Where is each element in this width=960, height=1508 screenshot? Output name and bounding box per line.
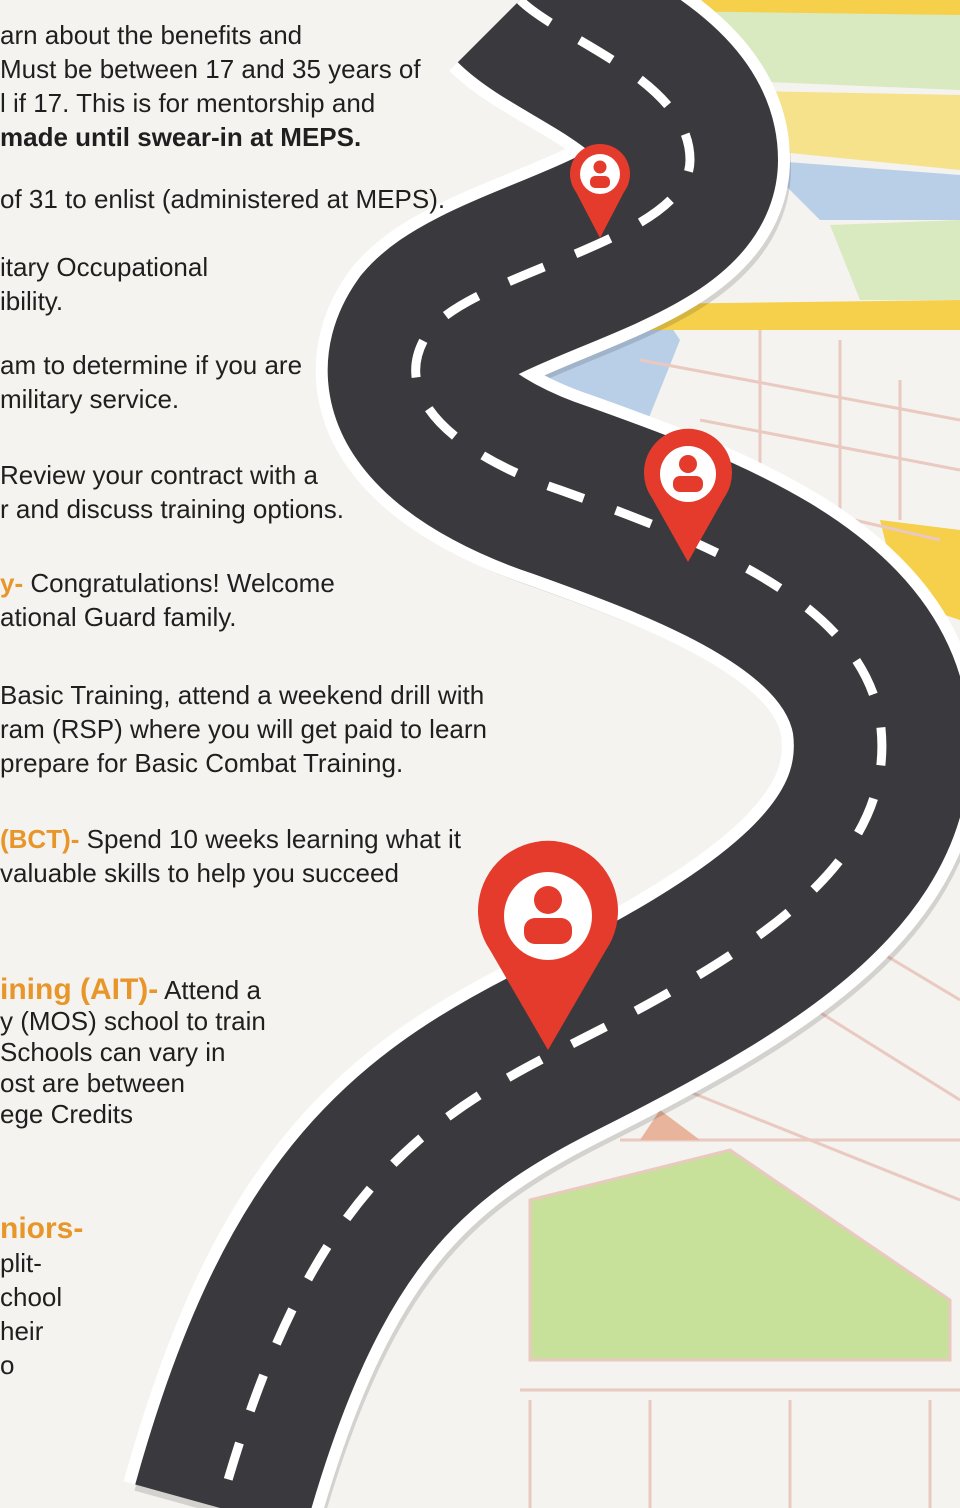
- step-7-text: Basic Training, attend a weekend drill w…: [0, 678, 487, 780]
- step-10-line-1: plit-: [0, 1248, 42, 1278]
- step-5-text: Review your contract with a r and discus…: [0, 458, 344, 526]
- step-10-line-3: heir: [0, 1316, 44, 1346]
- step-8-heading: (BCT)-: [0, 824, 80, 854]
- step-9-line-3: ost are between: [0, 1068, 186, 1098]
- step-6-text: y- Congratulations! Welcome ational Guar…: [0, 566, 335, 634]
- step-1-text: arn about the benefits and Must be betwe…: [0, 18, 421, 154]
- step-2-text: of 31 to enlist (administered at MEPS).: [0, 182, 445, 216]
- step-9-heading: ining (AIT)-: [0, 973, 159, 1006]
- step-10-heading: niors-: [0, 1212, 84, 1245]
- step-7-line-2: ram (RSP) where you will get paid to lea…: [0, 714, 487, 744]
- step-1-bold-line: made until swear-in at MEPS.: [0, 122, 362, 152]
- step-1-line-1: arn about the benefits and: [0, 20, 303, 50]
- step-9-line-4: ege Credits: [0, 1099, 133, 1129]
- step-8-text: (BCT)- Spend 10 weeks learning what it v…: [0, 822, 461, 890]
- step-3-text: itary Occupational ibility.: [0, 250, 208, 318]
- step-9-heading-text: Attend a: [158, 975, 261, 1005]
- step-9-line-2: Schools can vary in: [0, 1037, 226, 1067]
- step-4-text: am to determine if you are military serv…: [0, 348, 302, 416]
- step-2-line-1: of 31 to enlist (administered at MEPS).: [0, 184, 446, 214]
- step-3-line-2: ibility.: [0, 286, 64, 316]
- step-8-line-1: valuable skills to help you succeed: [0, 858, 399, 888]
- step-4-line-2: military service.: [0, 384, 180, 414]
- step-6-line-1: ational Guard family.: [0, 602, 237, 632]
- step-10-text: niors- plit- chool heir o: [0, 1212, 83, 1382]
- step-8-heading-text: Spend 10 weeks learning what it: [79, 824, 461, 854]
- step-10-line-5: o: [0, 1350, 15, 1380]
- step-5-line-2: r and discuss training options.: [0, 494, 344, 524]
- step-3-line-1: itary Occupational: [0, 252, 209, 282]
- step-6-heading: y-: [0, 568, 24, 598]
- step-1-line-2: Must be between 17 and 35 years of: [0, 54, 421, 84]
- step-4-line-1: am to determine if you are: [0, 350, 303, 380]
- step-5-line-1: Review your contract with a: [0, 460, 318, 490]
- step-1-line-3: l if 17. This is for mentorship and: [0, 88, 376, 118]
- step-10-line-2: chool: [0, 1282, 63, 1312]
- step-9-text: ining (AIT)- Attend a y (MOS) school to …: [0, 974, 266, 1130]
- step-7-line-1: Basic Training, attend a weekend drill w…: [0, 680, 485, 710]
- step-7-line-3: prepare for Basic Combat Training.: [0, 748, 404, 778]
- step-9-line-1: y (MOS) school to train: [0, 1006, 266, 1036]
- step-6-heading-text: Congratulations! Welcome: [23, 568, 335, 598]
